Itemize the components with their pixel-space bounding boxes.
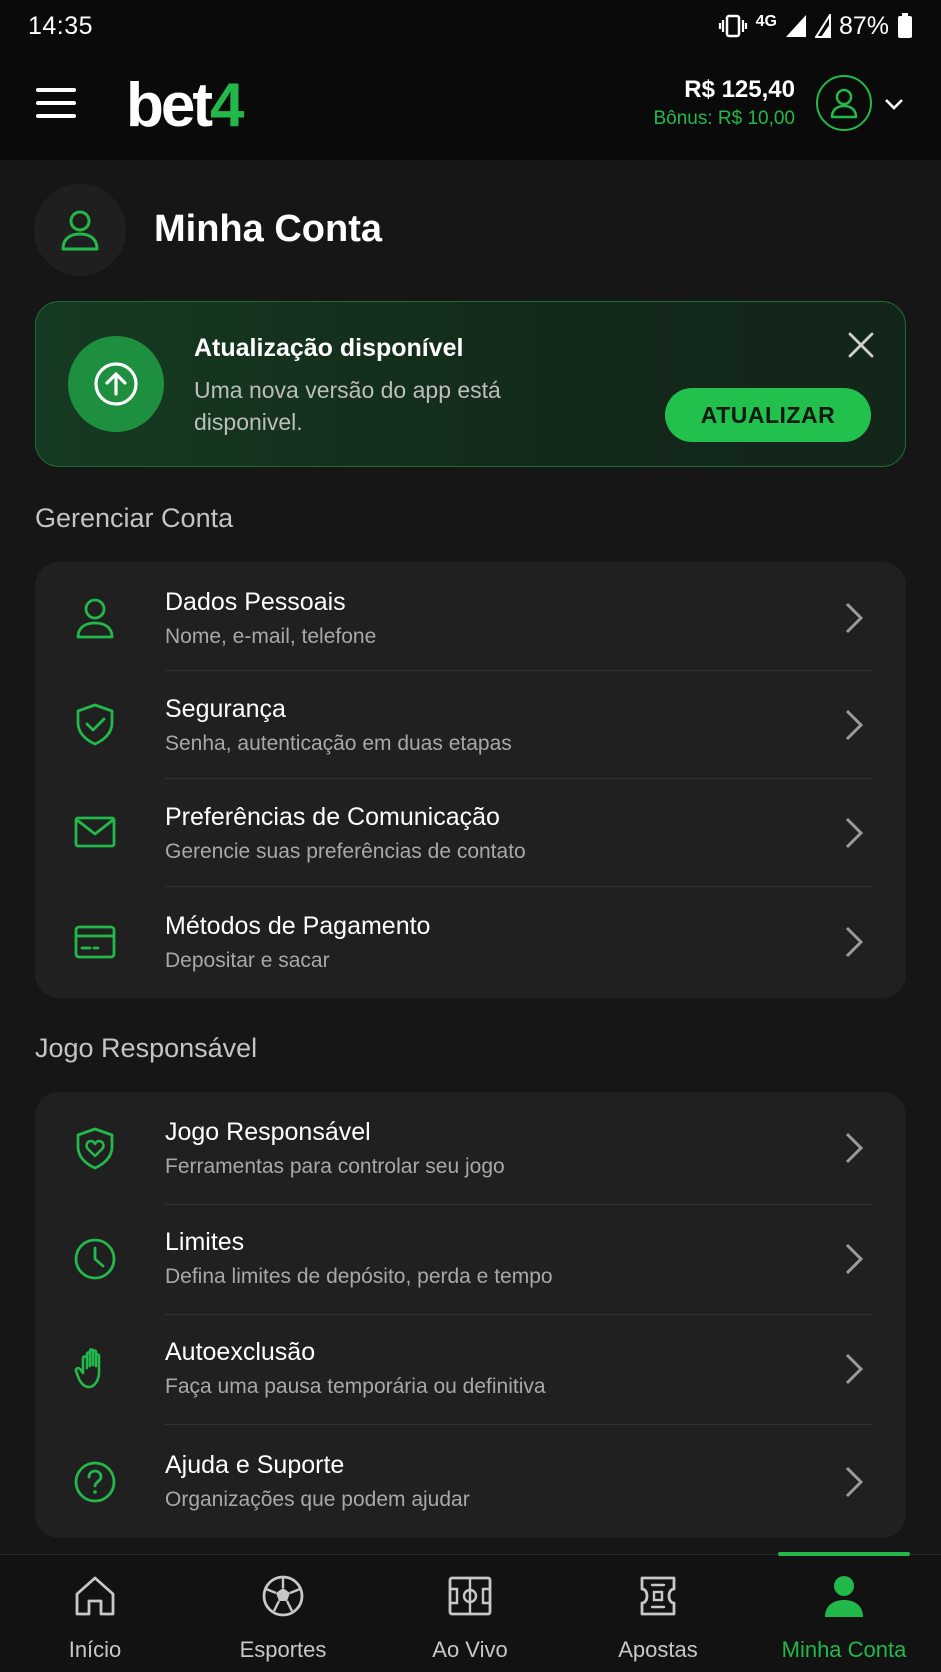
menu-item-security[interactable]: Segurança Senha, autenticação em duas et… [35,670,906,778]
mail-icon [74,816,116,848]
chevron-right-icon [845,926,864,958]
status-icons: 4G 87% [718,12,913,41]
user-filled-icon [825,1576,863,1617]
balance-amount: R$ 125,40 [684,76,795,103]
nav-label: Apostas [618,1637,698,1662]
update-title: Atualização disponível [194,334,464,362]
chevron-down-icon[interactable] [882,92,906,116]
hand-icon [74,1348,101,1389]
chevron-right-icon [845,1243,864,1275]
chevron-right-icon [845,1353,864,1385]
status-bar: 14:35 4G 87% [0,0,941,52]
chevron-right-icon [845,602,864,634]
nav-label: Esportes [239,1637,327,1662]
help-circle-icon [74,1461,116,1503]
nav-item-sports[interactable]: Esportes [189,1555,377,1672]
menu-item-description: Gerencie suas preferências de contato [165,840,526,863]
user-icon [76,598,114,639]
user-icon [830,88,858,119]
menu-item-description: Senha, autenticação em duas etapas [165,732,512,755]
credit-card-icon [74,925,116,959]
nav-item-home[interactable]: Início [1,1555,189,1672]
nav-label: Minha Conta [781,1637,907,1662]
menu-item-responsible-gaming[interactable]: Jogo Responsável Ferramentas para contro… [35,1092,906,1204]
menu-item-label: Preferências de Comunicação [165,803,500,831]
chevron-right-icon [845,709,864,741]
user-icon [61,210,99,251]
menu-item-description: Defina limites de depósito, perda e temp… [165,1265,553,1288]
arrow-up-circle-icon [94,362,138,406]
menu-item-label: Limites [165,1228,245,1256]
battery-level: 87% [838,11,889,40]
clock-icon [74,1238,116,1280]
network-type: 4G [755,13,777,30]
vibrate-icon [718,14,747,38]
menu-item-communication[interactable]: Preferências de Comunicação Gerencie sua… [35,778,906,886]
nav-label: Início [68,1637,122,1662]
menu-item-payment-methods[interactable]: Métodos de Pagamento Depositar e sacar [35,886,906,998]
menu-item-label: Ajuda e Suporte [165,1451,345,1479]
update-icon-wrap [68,336,164,432]
shield-heart-icon [76,1127,114,1170]
hamburger-icon [36,88,76,92]
nav-item-bets[interactable]: Apostas [564,1555,752,1672]
app-header: bet4 R$ 125,40 Bônus: R$ 10,00 [0,52,941,160]
menu-item-description: Depositar e sacar [165,949,330,972]
signal-icon [785,15,806,37]
menu-item-self-exclusion[interactable]: Autoexclusão Faça uma pausa temporária o… [35,1314,906,1424]
page-title: Minha Conta [154,208,382,250]
field-icon [448,1576,492,1616]
bonus-amount: Bônus: R$ 10,00 [653,108,795,129]
section-title-manage: Gerenciar Conta [35,503,234,533]
section-title-responsible: Jogo Responsável [35,1033,258,1063]
chevron-right-icon [845,817,864,849]
menu-item-description: Faça uma pausa temporária ou definitiva [165,1375,546,1398]
nav-item-live[interactable]: Ao Vivo [376,1555,564,1672]
nav-item-my-account[interactable]: Minha Conta [750,1555,938,1672]
battery-icon [898,13,912,38]
status-time: 14:35 [28,11,94,40]
chevron-right-icon [845,1132,864,1164]
menu-item-label: Autoexclusão [165,1338,316,1366]
menu-item-description: Organizações que podem ajudar [165,1488,470,1511]
ticket-icon [640,1576,676,1616]
menu-item-help-support[interactable]: Ajuda e Suporte Organizações que podem a… [35,1424,906,1538]
responsible-gaming-card: Jogo Responsável Ferramentas para contro… [35,1092,906,1538]
signal-icon-secondary [814,14,831,38]
chevron-right-icon [845,1466,864,1498]
avatar [34,184,126,276]
menu-item-description: Nome, e-mail, telefone [165,625,377,648]
bottom-nav: Início Esportes Ao Vivo Apostas Minha Co… [0,1552,941,1672]
avatar-button[interactable] [816,75,872,131]
nav-label: Ao Vivo [432,1637,508,1662]
logo: bet4 [126,71,245,140]
menu-item-label: Métodos de Pagamento [165,912,431,940]
menu-item-label: Segurança [165,695,286,723]
menu-item-label: Dados Pessoais [165,588,346,616]
home-icon [75,1576,115,1616]
menu-item-description: Ferramentas para controlar seu jogo [165,1155,505,1178]
manage-account-card: Dados Pessoais Nome, e-mail, telefone Se… [35,562,906,998]
balance-display[interactable]: R$ 125,40 Bônus: R$ 10,00 [653,76,795,130]
menu-item-label: Jogo Responsável [165,1118,371,1146]
update-button[interactable]: ATUALIZAR [665,388,871,442]
update-banner: Atualização disponível Uma nova versão d… [35,301,906,467]
shield-check-icon [76,703,114,746]
menu-item-limits[interactable]: Limites Defina limites de depósito, perd… [35,1204,906,1314]
menu-item-personal-data[interactable]: Dados Pessoais Nome, e-mail, telefone [35,562,906,670]
menu-button[interactable] [36,88,76,122]
close-icon[interactable] [846,330,876,360]
soccer-ball-icon [262,1575,304,1617]
update-text: Uma nova versão do app está disponivel. [194,377,501,435]
